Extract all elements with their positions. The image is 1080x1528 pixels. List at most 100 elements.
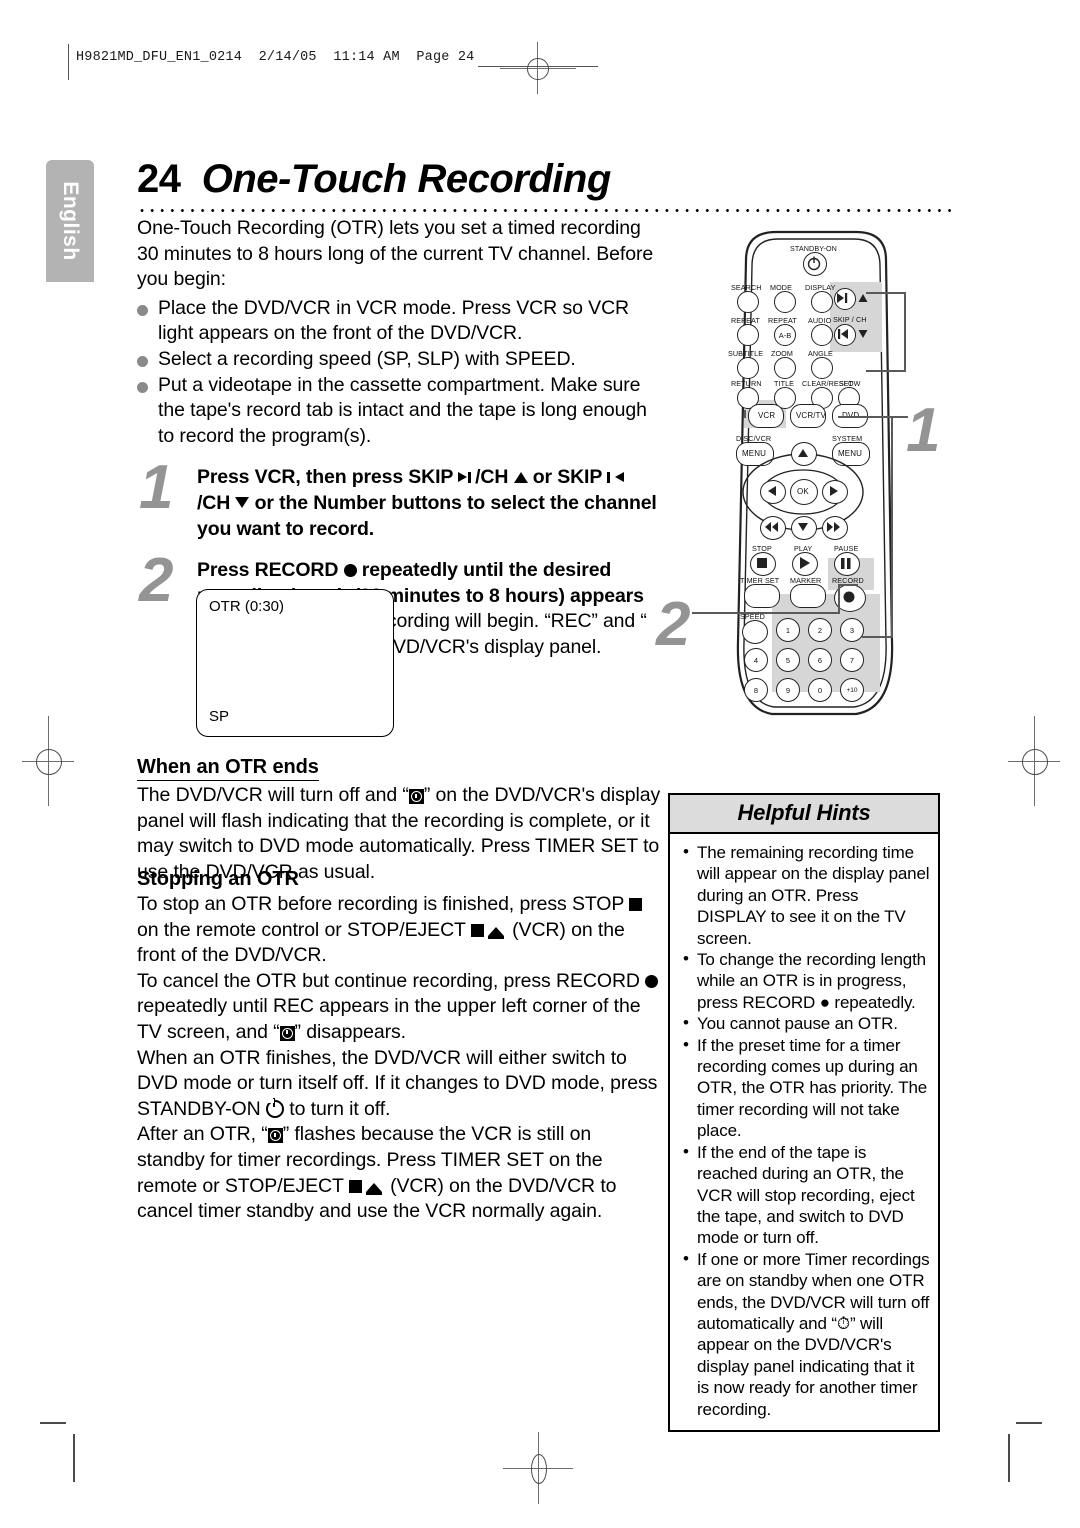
prerequisite-list: Place the DVD/VCR in VCR mode. Press VCR… [137,296,657,450]
when-otr-ends-text1: The DVD/VCR will turn off and “ [137,784,409,806]
vcr-button-text: VCR [758,411,776,420]
number-button-8[interactable]: 8 [744,678,768,702]
mode-button[interactable] [774,291,796,313]
helpful-hints-box: Helpful Hints • The remaining recording t… [668,793,940,1432]
bullet-icon: • [683,842,689,861]
prereq-bullet-text: Place the DVD/VCR in VCR mode. Press VCR… [158,296,630,345]
arrow-down-icon [798,523,808,531]
step-1: 1 Press VCR, then press SKIP /CH or SKIP… [137,457,657,542]
arrow-up-icon [798,449,808,457]
timer-standby-icon [279,1025,295,1041]
zoom-button[interactable] [774,357,796,379]
bullet-dot-icon [137,355,148,367]
stopping-otr-paragraph-1: To stop an OTR before recording is finis… [137,892,662,969]
number-5-text: 5 [785,655,791,665]
bullet-icon: • [683,1013,689,1033]
record-icon [645,974,659,988]
eject-icon [365,1182,382,1195]
bullet-icon: • [683,1141,689,1161]
number-button-1[interactable]: 1 [776,618,800,642]
when-otr-ends-section: When an OTR ends The DVD/VCR will turn o… [137,756,662,885]
bullet-dot-icon [137,381,148,393]
channel-down-arrow-icon [858,330,868,338]
search-button[interactable] [737,291,759,313]
p1b: on the remote control or STOP/EJECT [137,918,471,941]
hint-text: If the preset time for a timer recording… [697,1035,928,1141]
power-icon [807,256,821,271]
bullet-icon: • [683,1248,689,1268]
prereq-bullet-text: Select a recording speed (SP, SLP) with … [158,347,576,370]
number-9-text: 9 [785,685,791,695]
timer-set-button[interactable] [744,584,780,608]
callout-1-branch-skip-v [904,292,907,370]
step2-normal1: Recording will begin. “REC” and “ [357,610,647,633]
number-button-3[interactable]: 3 [840,618,864,642]
number-7-text: 7 [849,655,855,665]
display-button[interactable] [811,291,833,313]
hint-text: If the end of the tape is reached during… [697,1142,915,1248]
print-slug: H9821MD_DFU_EN1_0214 2/14/05 11:14 AM Pa… [76,50,475,65]
tv-speed-indicator: SP [209,708,230,725]
trim-mark-bottom-left [73,1434,75,1482]
number-button-9[interactable]: 9 [776,678,800,702]
callout-2-leader-vertical [838,584,841,614]
stopping-otr-section: Stopping an OTR To stop an OTR before re… [137,868,662,1225]
number-button-6[interactable]: 6 [808,648,832,672]
number-2-text: 2 [817,625,823,635]
audio-button[interactable] [811,324,833,346]
helpful-hints-list: • The remaining recording time will appea… [670,834,938,1430]
arrow-right-icon [830,486,838,496]
language-tab-english: English [46,160,94,282]
number-button-0[interactable]: 0 [808,678,832,702]
number-button-7[interactable]: 7 [840,648,864,672]
callout-1-vcr-leader [744,410,747,418]
record-icon [843,591,855,603]
bullet-icon: • [683,949,689,969]
page-title-text: One-Touch Recording [201,157,612,201]
callout-number-2: 2 [656,590,691,659]
channel-down-icon [235,496,250,508]
page-title: 24 One-Touch Recording [137,157,611,202]
hint-text: To change the recording length while an … [697,950,926,1012]
number-4-text: 4 [753,655,759,665]
p2c: ” disappears. [294,1020,407,1043]
stopping-otr-paragraph-4: After an OTR, “” flashes because the VCR… [137,1122,662,1224]
step1-part5: or the Number buttons to select the chan… [197,491,657,540]
callout-1-leader-vertical [891,416,894,638]
timer-standby-icon [267,1128,283,1144]
list-item: • If the end of the tape is reached durin… [678,1142,930,1249]
number-button-5[interactable]: 5 [776,648,800,672]
skip-forward-icon [837,293,848,303]
p2a: To cancel the OTR but continue recording… [137,969,646,992]
remote-control-illustration: STANDBY-ON SEARCH MODE DISPLAY REPEAT RE… [706,222,936,732]
tv-otr-indicator: OTR (0:30) [209,598,285,615]
intro-paragraph: One-Touch Recording (OTR) lets you set a… [137,217,654,291]
timer-standby-icon [408,789,424,804]
number-button-2[interactable]: 2 [808,618,832,642]
callout-2-leader-to-record [838,584,858,587]
stop-icon [757,558,767,568]
subtitle-button[interactable] [737,357,759,379]
number-8-text: 8 [753,685,759,695]
marker-button[interactable] [790,584,826,608]
registration-mark-top-center [500,42,576,94]
language-tab-label: English [59,181,82,261]
number-button-4[interactable]: 4 [744,648,768,672]
p1a: To stop an OTR before recording is finis… [137,893,630,915]
registration-mark-left [10,716,86,806]
hint-text: If one or more Timer recordings are on s… [697,1249,930,1419]
number-button-plus10[interactable]: +10 [840,678,864,702]
p4a: After an OTR, “ [137,1123,268,1146]
angle-button[interactable] [811,357,833,379]
step2-bold1: Press RECORD [197,559,344,582]
list-item: • To change the recording length while an… [678,949,930,1013]
rewind-icon [765,522,778,532]
speed-button[interactable] [742,620,768,644]
repeat-button[interactable] [737,324,759,346]
bullet-icon: • [683,1034,689,1054]
step-text: Press VCR, then press SKIP /CH or SKIP /… [197,465,657,542]
stopping-otr-paragraph-3: When an OTR finishes, the DVD/VCR will e… [137,1046,662,1123]
repeat-ab-button[interactable]: A-B [774,324,796,346]
tv-screen-illustration: OTR (0:30) SP [196,589,394,737]
step1-part2: /CH [475,466,514,489]
